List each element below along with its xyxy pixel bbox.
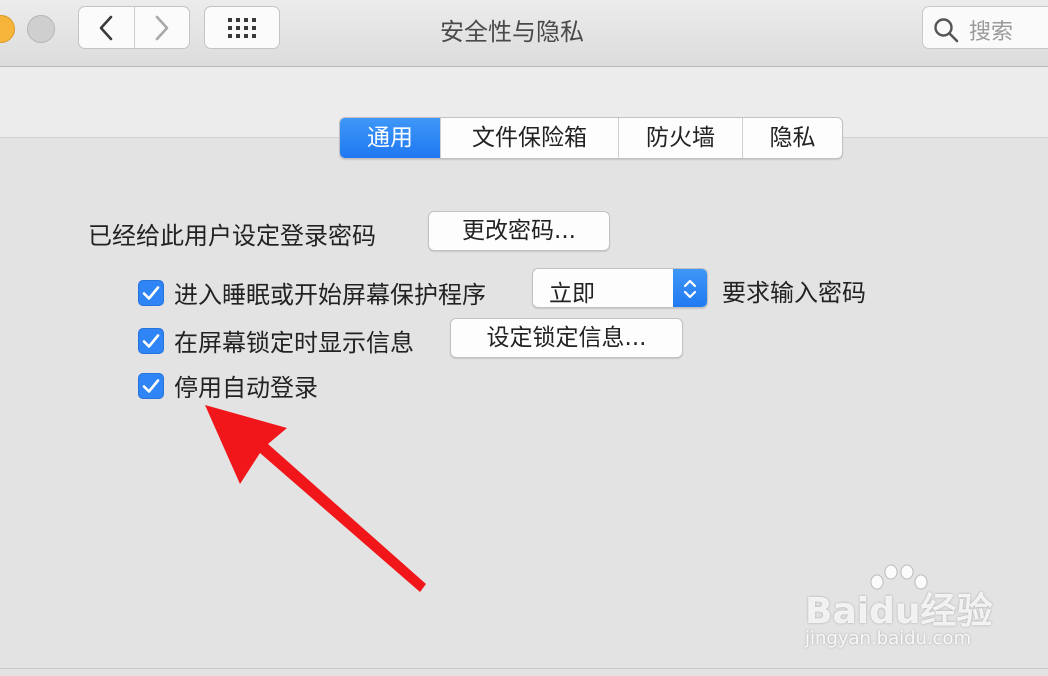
divider xyxy=(0,668,1048,669)
chevron-left-icon xyxy=(99,15,113,40)
back-button[interactable] xyxy=(79,7,134,48)
search-placeholder: 搜索 xyxy=(969,20,1014,45)
password-delay-value: 立即 xyxy=(549,281,595,307)
annotation-arrow-icon xyxy=(205,405,426,592)
checkmark-icon xyxy=(142,285,160,300)
show-message-row: 在屏幕锁定时显示信息 xyxy=(138,323,414,358)
search-field[interactable]: 搜索 xyxy=(922,6,1048,49)
require-password-row: 进入睡眠或开始屏幕保护程序 xyxy=(138,275,486,310)
disable-autologin-row: 停用自动登录 xyxy=(138,368,318,403)
search-icon xyxy=(934,18,959,43)
zoom-window-button[interactable] xyxy=(27,15,55,43)
tab-filevault[interactable]: 文件保险箱 xyxy=(440,118,618,158)
password-status-label: 已经给此用户设定登录密码 xyxy=(88,222,376,250)
watermark-logo: Baidu经验 xyxy=(805,591,993,632)
change-password-button[interactable]: 更改密码... xyxy=(428,211,610,251)
show-message-label: 在屏幕锁定时显示信息 xyxy=(174,329,414,357)
watermark-url: jingyan.baidu.com xyxy=(805,628,972,649)
set-lock-message-button[interactable]: 设定锁定信息... xyxy=(450,318,683,358)
require-password-label: 进入睡眠或开始屏幕保护程序 xyxy=(174,281,486,309)
disable-autologin-checkbox[interactable] xyxy=(138,372,164,399)
disable-autologin-label: 停用自动登录 xyxy=(174,374,318,402)
require-password-checkbox[interactable] xyxy=(138,279,164,306)
tab-general[interactable]: 通用 xyxy=(340,118,440,158)
show-message-checkbox[interactable] xyxy=(138,327,164,354)
checkmark-icon xyxy=(142,333,160,348)
title-bar: 安全性与隐私 搜索 xyxy=(0,0,1048,67)
tab-privacy[interactable]: 隐私 xyxy=(742,118,842,158)
chevron-right-icon xyxy=(155,15,169,40)
tab-bar: 通用 文件保险箱 防火墙 隐私 xyxy=(339,117,843,159)
password-delay-select[interactable]: 立即 xyxy=(532,268,708,308)
forward-button[interactable] xyxy=(133,7,190,48)
select-stepper[interactable] xyxy=(673,269,707,307)
chevron-up-down-icon xyxy=(683,279,697,299)
require-password-suffix: 要求输入密码 xyxy=(722,279,866,307)
grid-icon xyxy=(228,17,256,38)
show-all-button[interactable] xyxy=(204,6,280,49)
checkmark-icon xyxy=(142,378,160,393)
minimize-window-button[interactable] xyxy=(0,15,15,43)
tab-firewall[interactable]: 防火墙 xyxy=(618,118,742,158)
window-title: 安全性与隐私 xyxy=(440,18,584,46)
navigation-buttons xyxy=(78,6,190,49)
